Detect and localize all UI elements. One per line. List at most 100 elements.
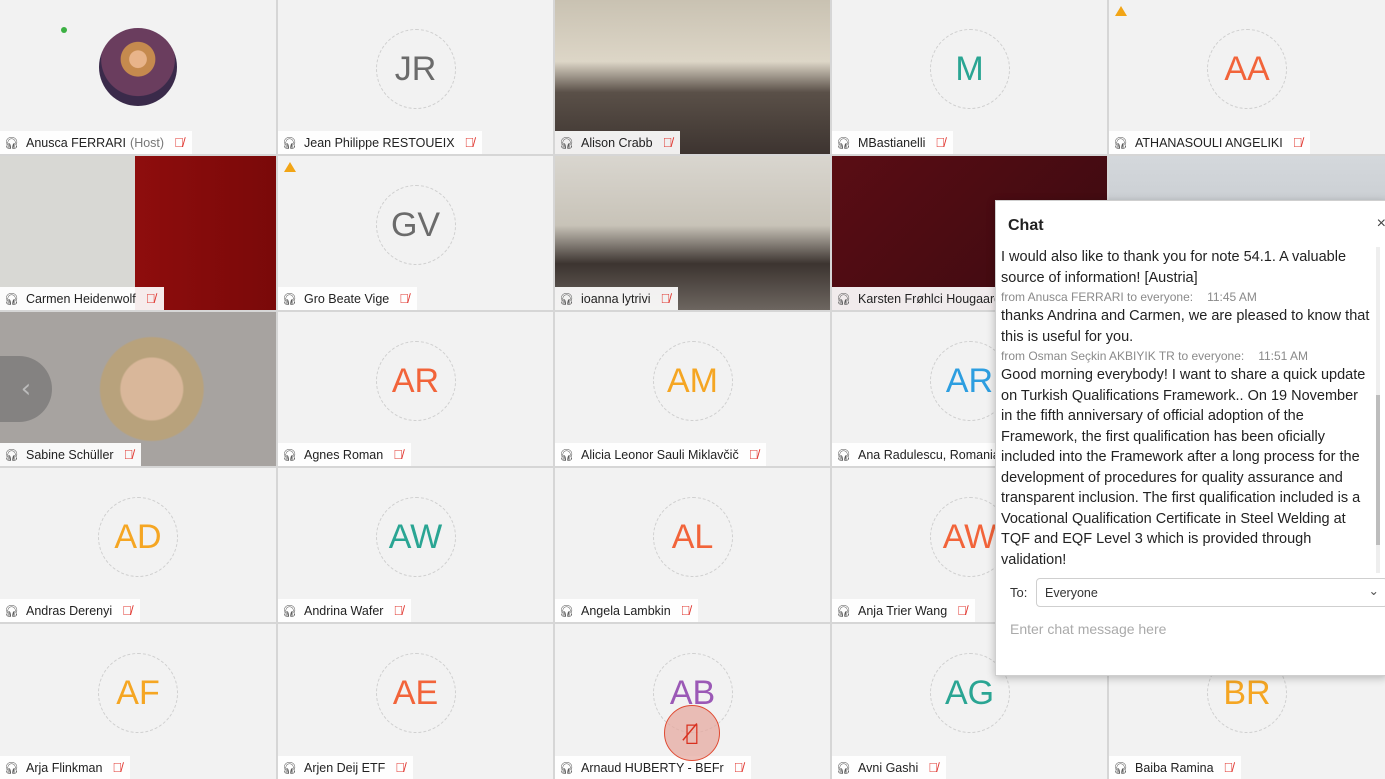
unmute-button[interactable]: 🎙̸	[664, 705, 720, 761]
headset-icon: 🎧︎	[836, 603, 852, 618]
to-label: To:	[1010, 585, 1028, 600]
headset-icon: 🎧︎	[559, 135, 575, 150]
participant-label: 🎧︎ Arja Flinkman 🎙̸	[0, 756, 131, 779]
recipient-value: Everyone	[1045, 586, 1098, 600]
participant-tile[interactable]: 🎧︎ Carmen Heidenwolf 🎙̸	[0, 156, 276, 310]
participant-tile[interactable]: JR 🎧︎ Jean Philippe RESTOUEIX 🎙̸	[278, 0, 553, 154]
participant-name: Angela Lambkin	[581, 603, 671, 618]
close-chat-button[interactable]: ×	[1377, 215, 1385, 233]
chat-message-text: thanks Andrina and Carmen, we are please…	[1001, 308, 1370, 345]
chat-message-input[interactable]	[1010, 621, 1370, 637]
participant-tile[interactable]: AR 🎧︎ Agnes Roman 🎙̸	[278, 312, 553, 466]
chat-title: Chat	[1008, 217, 1044, 234]
chevron-down-icon: ⌄	[1368, 584, 1379, 598]
chat-message-meta: from Anusca FERRARI to everyone: 11:45 AM	[1001, 288, 1371, 306]
muted-mic-icon: 🎙̸	[660, 291, 671, 306]
headset-icon: 🎧︎	[836, 447, 852, 462]
chat-messages: I would also like to thank you for note …	[1001, 247, 1371, 573]
chat-message-meta: from Osman Seçkin AKBIYIK TR to everyone…	[1001, 347, 1371, 365]
participant-label: 🎧︎ Anusca FERRARI (Host) 🎙̸	[0, 131, 192, 154]
participant-label: 🎧︎ Andrina Wafer 🎙̸	[278, 599, 412, 622]
participant-tile[interactable]: GV 🎧︎ Gro Beate Vige 🎙̸	[278, 156, 553, 310]
chat-scrollbar[interactable]	[1376, 247, 1380, 573]
status-dot	[61, 27, 67, 33]
participant-name: ATHANASOULI ANGELIKI	[1135, 135, 1283, 150]
headset-icon: 🎧︎	[1113, 135, 1129, 150]
muted-mic-icon: 🎙̸	[662, 135, 673, 150]
avatar: GV	[375, 185, 456, 265]
avatar: JR	[375, 29, 456, 109]
participant-tile[interactable]: AF 🎧︎ Arja Flinkman 🎙̸	[0, 624, 276, 779]
participant-tile[interactable]: M 🎧︎ MBastianelli 🎙̸	[832, 0, 1107, 154]
headset-icon: 🎧︎	[282, 760, 298, 775]
participant-name: Sabine Schüller	[26, 447, 114, 462]
muted-mic-icon: 🎙̸	[174, 135, 184, 150]
muted-mic-icon: 🎙̸	[680, 603, 691, 618]
participant-label: 🎧︎ Anja Trier Wang 🎙̸	[832, 599, 975, 622]
participant-tile[interactable]: AL 🎧︎ Angela Lambkin 🎙̸	[555, 468, 830, 622]
headset-icon: 🎧︎	[282, 291, 298, 306]
muted-mic-icon: 🎙̸	[399, 291, 409, 306]
scrollbar-thumb[interactable]	[1376, 395, 1380, 545]
participant-name: Agnes Roman	[304, 447, 384, 462]
participant-tile[interactable]: AD 🎧︎ Andras Derenyi 🎙̸	[0, 468, 276, 622]
participant-name: MBastianelli	[858, 135, 926, 150]
muted-mic-icon: 🎙̸	[145, 291, 156, 306]
participant-name: Jean Philippe RESTOUEIX	[304, 135, 455, 150]
participant-label: 🎧︎ Sabine Schüller 🎙̸	[0, 443, 142, 466]
headset-icon: 🎧︎	[836, 291, 852, 306]
chat-panel: Chat × I would also like to thank you fo…	[995, 200, 1385, 676]
avatar: AA	[1207, 29, 1287, 109]
muted-mic-icon: 🎙̸	[935, 135, 946, 150]
participant-name: Avni Gashi	[858, 760, 919, 775]
avatar-photo	[99, 28, 177, 106]
muted-mic-icon: 🎙̸	[393, 447, 403, 462]
muted-mic-icon: 🎙̸	[957, 603, 967, 618]
headset-icon: 🎧︎	[1113, 760, 1129, 775]
participant-tile[interactable]: AW 🎧︎ Andrina Wafer 🎙̸	[278, 468, 553, 622]
participant-tile[interactable]: AA 🎧︎ ATHANASOULI ANGELIKI 🎙̸	[1109, 0, 1385, 154]
participant-label: 🎧︎ Alison Crabb 🎙̸	[555, 131, 681, 154]
avatar: AF	[98, 653, 178, 733]
participant-tile[interactable]: AM 🎧︎ Alicia Leonor Sauli Miklavčič 🎙̸	[555, 312, 830, 466]
warning-icon	[1115, 6, 1127, 16]
participant-tile[interactable]: 🎧︎ ioanna lytrivi 🎙̸	[555, 156, 830, 310]
chat-message-text: Good morning everybody! I want to share …	[1001, 367, 1366, 568]
muted-mic-icon: 🎙̸	[393, 603, 404, 618]
message-sender: from Anusca FERRARI to everyone:	[1001, 290, 1194, 304]
participant-label: 🎧︎ Alicia Leonor Sauli Miklavčič 🎙̸	[555, 443, 767, 466]
muted-mic-icon: 🎙̸	[395, 760, 406, 775]
warning-icon	[284, 162, 296, 172]
chat-message-text: I would also like to thank you for note …	[1001, 249, 1347, 286]
headset-icon: 🎧︎	[4, 760, 20, 775]
participant-label: 🎧︎ ATHANASOULI ANGELIKI 🎙̸	[1109, 131, 1311, 154]
headset-icon: 🎧︎	[559, 603, 575, 618]
participant-label: 🎧︎ Angela Lambkin 🎙̸	[555, 599, 699, 622]
headset-icon: 🎧︎	[4, 135, 20, 150]
avatar: AR	[375, 341, 456, 421]
headset-icon: 🎧︎	[4, 447, 20, 462]
participant-name: Andrina Wafer	[304, 603, 384, 618]
message-time: 11:45 AM	[1207, 290, 1257, 304]
avatar: AE	[375, 653, 456, 733]
participant-name: Arja Flinkman	[26, 760, 103, 775]
avatar: M	[929, 29, 1010, 109]
participant-tile[interactable]: AE 🎧︎ Arjen Deij ETF 🎙̸	[278, 624, 553, 779]
headset-icon: 🎧︎	[559, 291, 575, 306]
participant-tile[interactable]: 🎧︎ Anusca FERRARI (Host) 🎙̸	[0, 0, 276, 154]
recipient-select[interactable]: Everyone ⌄	[1036, 578, 1385, 607]
muted-mic-icon: 🎙̸	[1292, 135, 1303, 150]
muted-mic-icon: 🎙̸	[112, 760, 123, 775]
participant-tile[interactable]: 🎧︎ Alison Crabb 🎙̸	[555, 0, 830, 154]
headset-icon: 🎧︎	[4, 603, 20, 618]
headset-icon: 🎧︎	[836, 760, 852, 775]
muted-mic-icon: 🎙̸	[1223, 760, 1234, 775]
headset-icon: 🎧︎	[282, 603, 298, 618]
participant-name: Karsten Frøhlci Hougaard	[858, 291, 1002, 306]
muted-mic-icon: 🎙̸	[733, 760, 744, 775]
participant-name: Alicia Leonor Sauli Miklavčič	[581, 447, 739, 462]
participant-name: Baiba Ramina	[1135, 760, 1214, 775]
headset-icon: 🎧︎	[836, 135, 852, 150]
participant-label: 🎧︎ Arjen Deij ETF 🎙̸	[278, 756, 414, 779]
muted-mic-icon: 🎙̸	[464, 135, 475, 150]
